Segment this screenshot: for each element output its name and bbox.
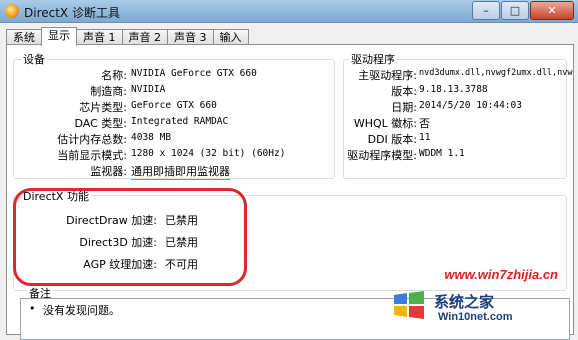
ddi-version-label: DDI 版本: — [367, 133, 417, 146]
display-mode-value: 1280 x 1024 (32 bit) (60Hz) — [131, 148, 286, 159]
driver-group-title: 驱动程序 — [349, 51, 397, 67]
display-mode-label: 当前显示模式: — [57, 149, 127, 162]
memory-value: 4038 MB — [131, 132, 172, 143]
directx-icon — [5, 4, 19, 18]
ddi-version-value: 11 — [419, 132, 431, 143]
manufacturer-value: NVIDIA — [131, 84, 166, 95]
version-value: 9.18.13.3788 — [419, 84, 488, 95]
watermark-brand-site: Win10net.com — [438, 311, 513, 323]
whql-label: WHQL 徽标: — [353, 117, 417, 130]
window-controls: – □ ✕ — [472, 1, 574, 20]
title-bar: DirectX 诊断工具 – □ ✕ — [0, 0, 578, 23]
close-button[interactable]: ✕ — [530, 1, 574, 20]
memory-label: 估计内存总数: — [57, 133, 127, 146]
chip-type-value: GeForce GTX 660 — [131, 100, 217, 111]
watermark-brand: 系统之家 — [434, 293, 495, 311]
window-title: DirectX 诊断工具 — [24, 6, 120, 20]
version-label: 版本: — [391, 85, 417, 98]
dac-type-label: DAC 类型: — [74, 117, 128, 130]
main-driver-value: nvd3dumx.dll,nvwgf2umx.dll,nvw — [419, 68, 573, 78]
monitor-value: 通用即插即用监视器 — [131, 165, 230, 180]
minimize-button[interactable]: – — [472, 1, 500, 20]
notes-bullet: • — [29, 302, 36, 315]
driver-model-value: WDDM 1.1 — [419, 148, 465, 159]
tab-strip: 系统 显示 声音 1 声音 2 声音 3 输入 — [6, 27, 249, 46]
notes-item: 没有发现问题。 — [43, 304, 120, 317]
date-label: 日期: — [391, 101, 417, 114]
windows-logo-icon — [394, 291, 424, 319]
main-driver-label: 主驱动程序: — [358, 69, 417, 82]
dac-type-value: Integrated RAMDAC — [131, 116, 229, 127]
manufacturer-label: 制造商: — [90, 85, 127, 98]
watermark: www.win7zhijia.cn 系统之家 Win10net.com — [382, 267, 572, 331]
tab-display[interactable]: 显示 — [41, 27, 77, 46]
device-name-label: 名称: — [101, 69, 127, 82]
watermark-site: www.win7zhijia.cn — [444, 267, 558, 282]
device-name-value: NVIDIA GeForce GTX 660 — [131, 68, 257, 79]
driver-model-label: 驱动程序模型: — [347, 149, 417, 162]
maximize-button[interactable]: □ — [501, 1, 529, 20]
date-value: 2014/5/20 10:44:03 — [419, 100, 522, 111]
device-group-title: 设备 — [21, 51, 47, 67]
monitor-label: 监视器: — [90, 165, 127, 178]
chip-type-label: 芯片类型: — [79, 101, 127, 114]
whql-value: 否 — [419, 117, 430, 130]
highlight-annotation — [13, 188, 247, 286]
